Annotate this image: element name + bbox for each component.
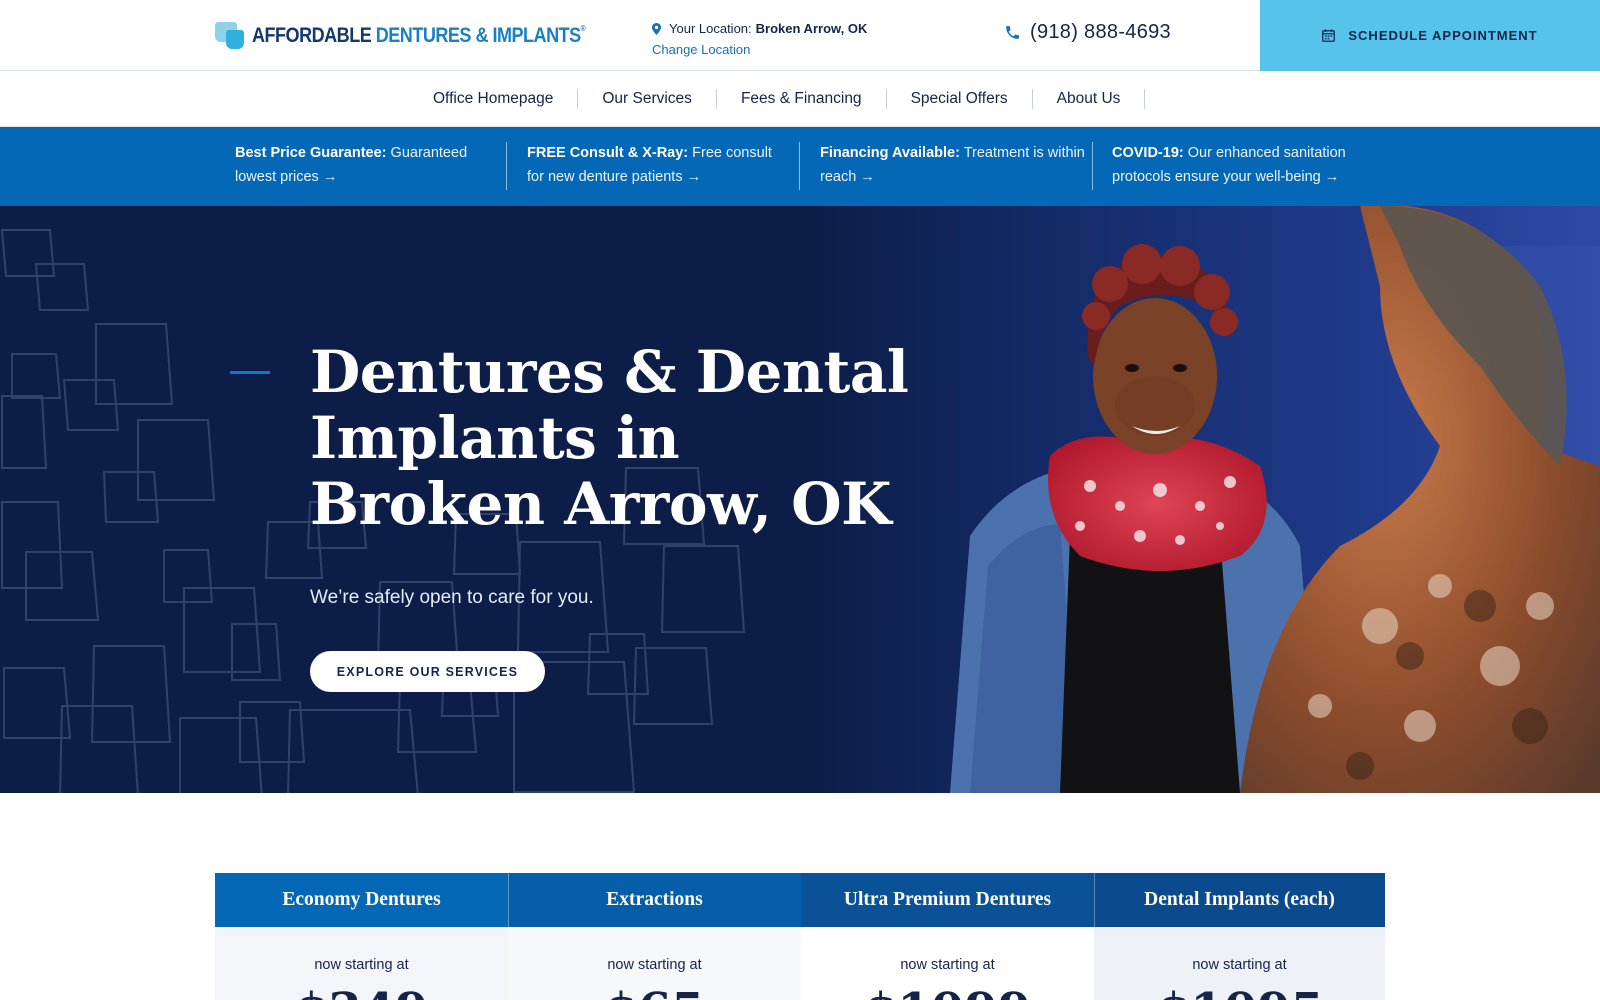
logo-wordmark: AFFORDABLE DENTURES & IMPLANTS®: [252, 24, 586, 47]
price-card-title: Economy Dentures: [215, 873, 508, 927]
nav-item-office-homepage[interactable]: Office Homepage: [409, 89, 579, 109]
price-card-title: Extractions: [508, 873, 801, 927]
price-amount: $349: [215, 983, 508, 1000]
promo-divider: [799, 142, 800, 190]
site-header: AFFORDABLE DENTURES & IMPLANTS® Your Loc…: [0, 0, 1600, 71]
promo-best-price[interactable]: Best Price Guarantee: Guaranteed lowest …: [235, 141, 500, 189]
price-card-dental-implants[interactable]: Dental Implants (each) now starting at $…: [1094, 873, 1385, 1000]
promo-strip: Best Price Guarantee: Guaranteed lowest …: [0, 127, 1600, 206]
hero-title: Dentures & Dental Implants in Broken Arr…: [310, 338, 909, 538]
price-amount: $1095: [1094, 983, 1385, 1000]
phone-link[interactable]: (918) 888-4693: [1004, 21, 1171, 44]
main-nav: Office Homepage Our Services Fees & Fina…: [0, 71, 1600, 127]
schedule-appointment-label: Schedule Appointment: [1348, 28, 1538, 43]
location-block: Your Location: Broken Arrow, OK Change L…: [652, 18, 867, 60]
location-city: Broken Arrow, OK: [755, 21, 868, 36]
tooth-logo-icon: [215, 22, 245, 50]
nav-item-about-us[interactable]: About Us: [1033, 89, 1146, 109]
nav-item-our-services[interactable]: Our Services: [578, 89, 717, 109]
promo-divider: [1092, 142, 1093, 190]
price-divider: [1094, 873, 1095, 927]
pricing-cards: Economy Dentures now starting at $349 Ex…: [215, 873, 1385, 1000]
location-label: Your Location:: [669, 21, 752, 36]
price-card-extractions[interactable]: Extractions now starting at $65: [508, 873, 801, 1000]
price-starting-label: now starting at: [314, 957, 409, 973]
promo-free-consult[interactable]: FREE Consult & X-Ray: Free consult for n…: [527, 141, 792, 189]
price-divider: [508, 873, 509, 927]
price-card-ultra-premium-dentures[interactable]: Ultra Premium Dentures now starting at $…: [801, 873, 1094, 1000]
phone-icon: [1006, 26, 1019, 39]
price-amount: $65: [508, 983, 801, 1000]
promo-divider: [506, 142, 507, 190]
map-pin-icon: [652, 22, 661, 35]
schedule-appointment-button[interactable]: Schedule Appointment: [1260, 0, 1600, 71]
explore-services-button[interactable]: Explore Our Services: [310, 651, 545, 692]
hero-section: Dentures & Dental Implants in Broken Arr…: [0, 206, 1600, 793]
price-starting-label: now starting at: [1192, 957, 1287, 973]
promo-covid[interactable]: COVID-19: Our enhanced sanitation protoc…: [1112, 141, 1372, 189]
change-location-link[interactable]: Change Location: [652, 39, 867, 60]
hero-subtitle: We’re safely open to care for you.: [310, 587, 594, 608]
site-logo[interactable]: AFFORDABLE DENTURES & IMPLANTS®: [215, 21, 639, 51]
promo-financing[interactable]: Financing Available: Treatment is within…: [820, 141, 1085, 189]
price-starting-label: now starting at: [900, 957, 995, 973]
calendar-icon: [1322, 29, 1336, 42]
price-card-economy-dentures[interactable]: Economy Dentures now starting at $349: [215, 873, 508, 1000]
price-card-title: Ultra Premium Dentures: [801, 873, 1094, 927]
nav-item-special-offers[interactable]: Special Offers: [887, 89, 1033, 109]
hero-photo-patient: [820, 206, 1600, 793]
price-amount: $1099: [801, 983, 1094, 1000]
hero-accent-dash: [230, 371, 270, 374]
nav-item-fees-financing[interactable]: Fees & Financing: [717, 89, 887, 109]
price-starting-label: now starting at: [607, 957, 702, 973]
price-card-title: Dental Implants (each): [1094, 873, 1385, 927]
phone-number: (918) 888-4693: [1030, 21, 1171, 43]
